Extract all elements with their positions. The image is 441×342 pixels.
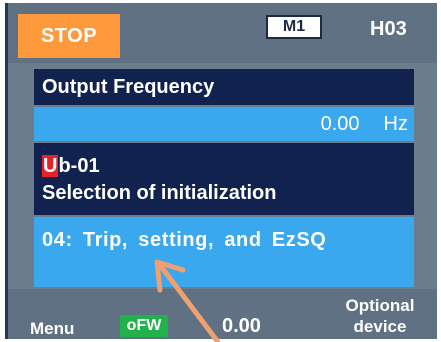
display-screen: STOP M1 H03 Output Frequency 0.00 Hz Ub-… xyxy=(5,3,437,339)
soft-key-bar: Menu oFW 0.00 Optional device xyxy=(8,289,437,339)
monitor-value-row: 0.00 Hz xyxy=(34,107,414,141)
setting-value-field[interactable]: 04: Trip, setting, and EzSQ xyxy=(34,217,414,287)
optional-device-soft-key[interactable]: Optional device xyxy=(328,295,432,337)
monitor-value: 0.00 xyxy=(320,112,360,135)
screen-code: H03 xyxy=(370,17,407,40)
parameter-code-highlight: U xyxy=(42,155,59,177)
parameter-code: Ub-01 xyxy=(42,153,406,180)
monitor-unit: Hz xyxy=(383,112,408,135)
status-bar: STOP M1 H03 xyxy=(8,3,437,63)
stop-status-badge: STOP xyxy=(18,14,120,58)
menu-soft-key[interactable]: Menu xyxy=(30,319,74,339)
mode-indicator: M1 xyxy=(266,15,322,39)
parameter-code-rest: b-01 xyxy=(58,155,100,177)
monitor-label: Output Frequency xyxy=(34,69,414,105)
parameter-name: Selection of initialization xyxy=(42,182,277,204)
parameter-panel: Ub-01 Selection of initialization xyxy=(34,143,414,215)
footer-value: 0.00 xyxy=(222,315,261,337)
ofw-status-badge: oFW xyxy=(120,315,168,337)
setting-value: 04: Trip, setting, and EzSQ xyxy=(42,229,327,251)
optional-line-1: Optional xyxy=(345,296,415,315)
optional-line-2: device xyxy=(353,317,407,336)
